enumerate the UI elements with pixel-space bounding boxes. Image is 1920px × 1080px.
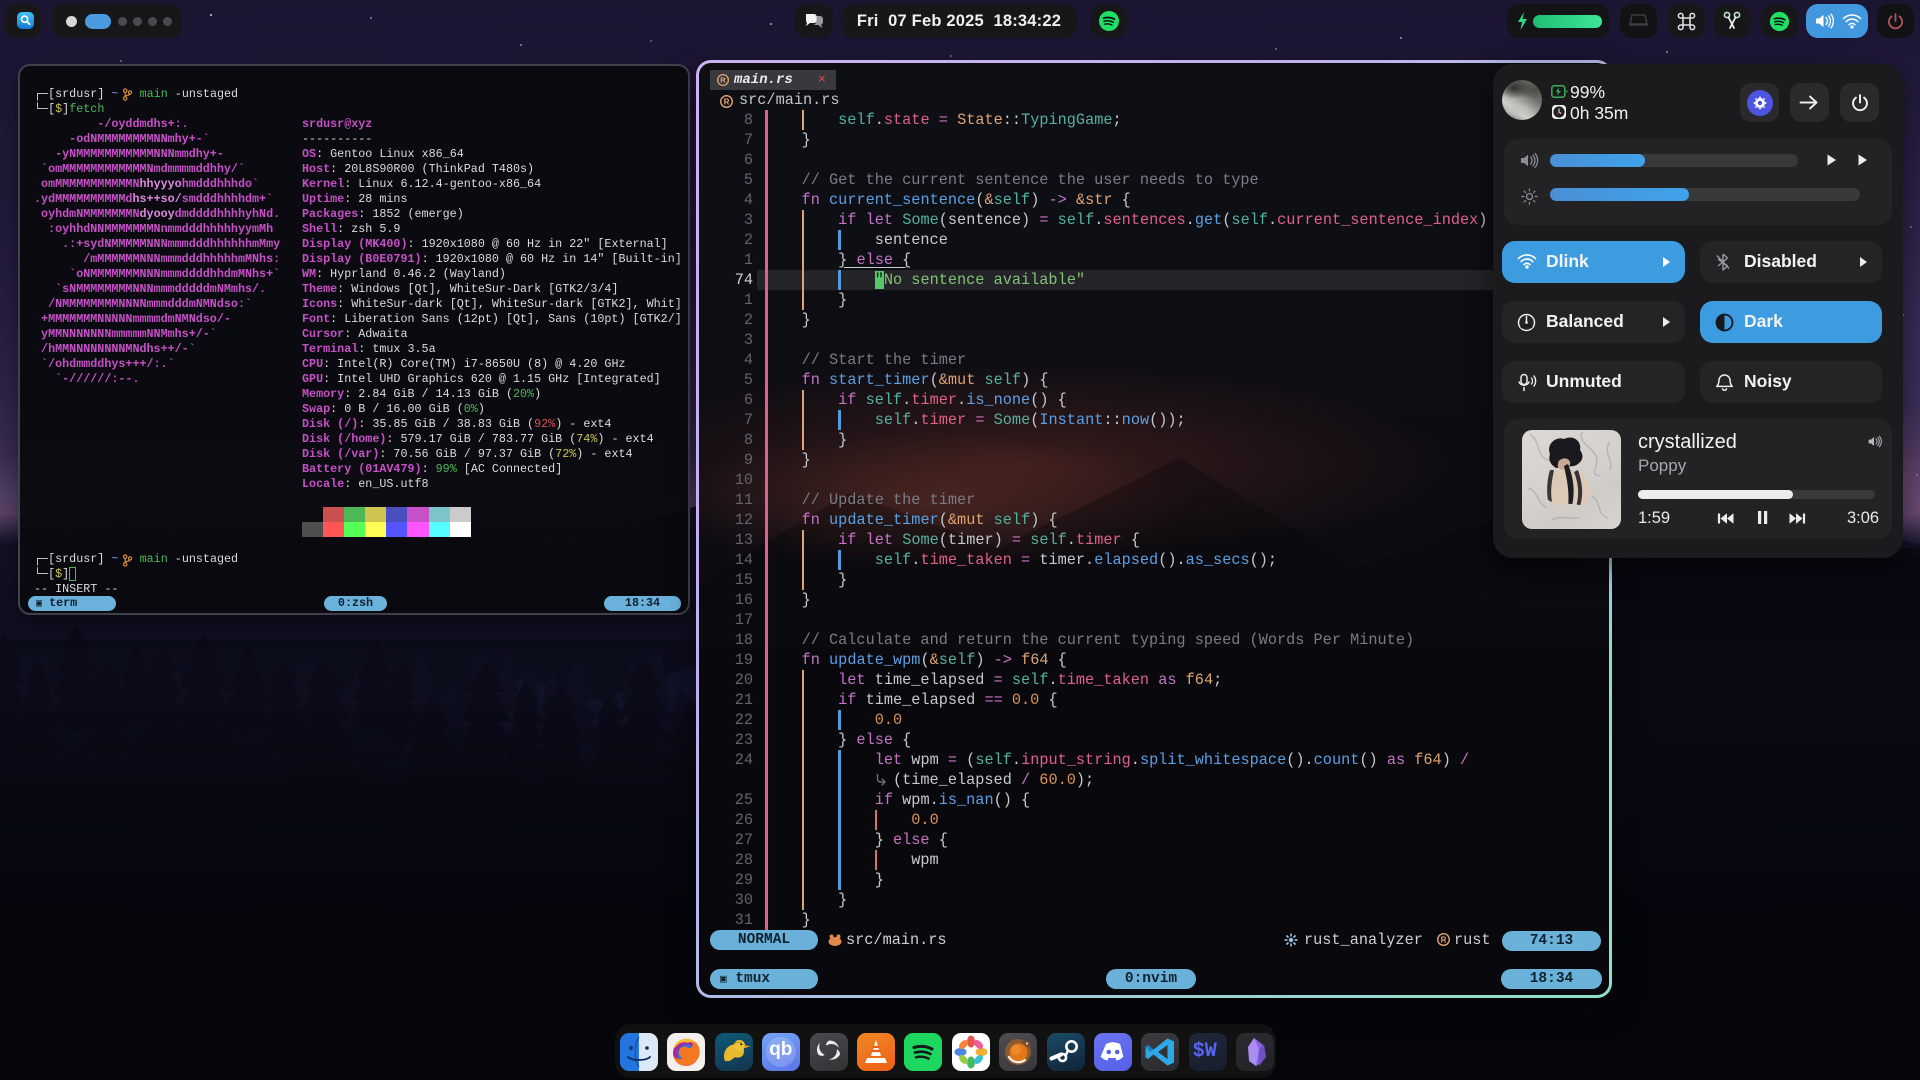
svg-text:R: R: [1441, 935, 1447, 944]
svg-text:R: R: [724, 97, 730, 106]
svg-text:R: R: [720, 76, 726, 85]
